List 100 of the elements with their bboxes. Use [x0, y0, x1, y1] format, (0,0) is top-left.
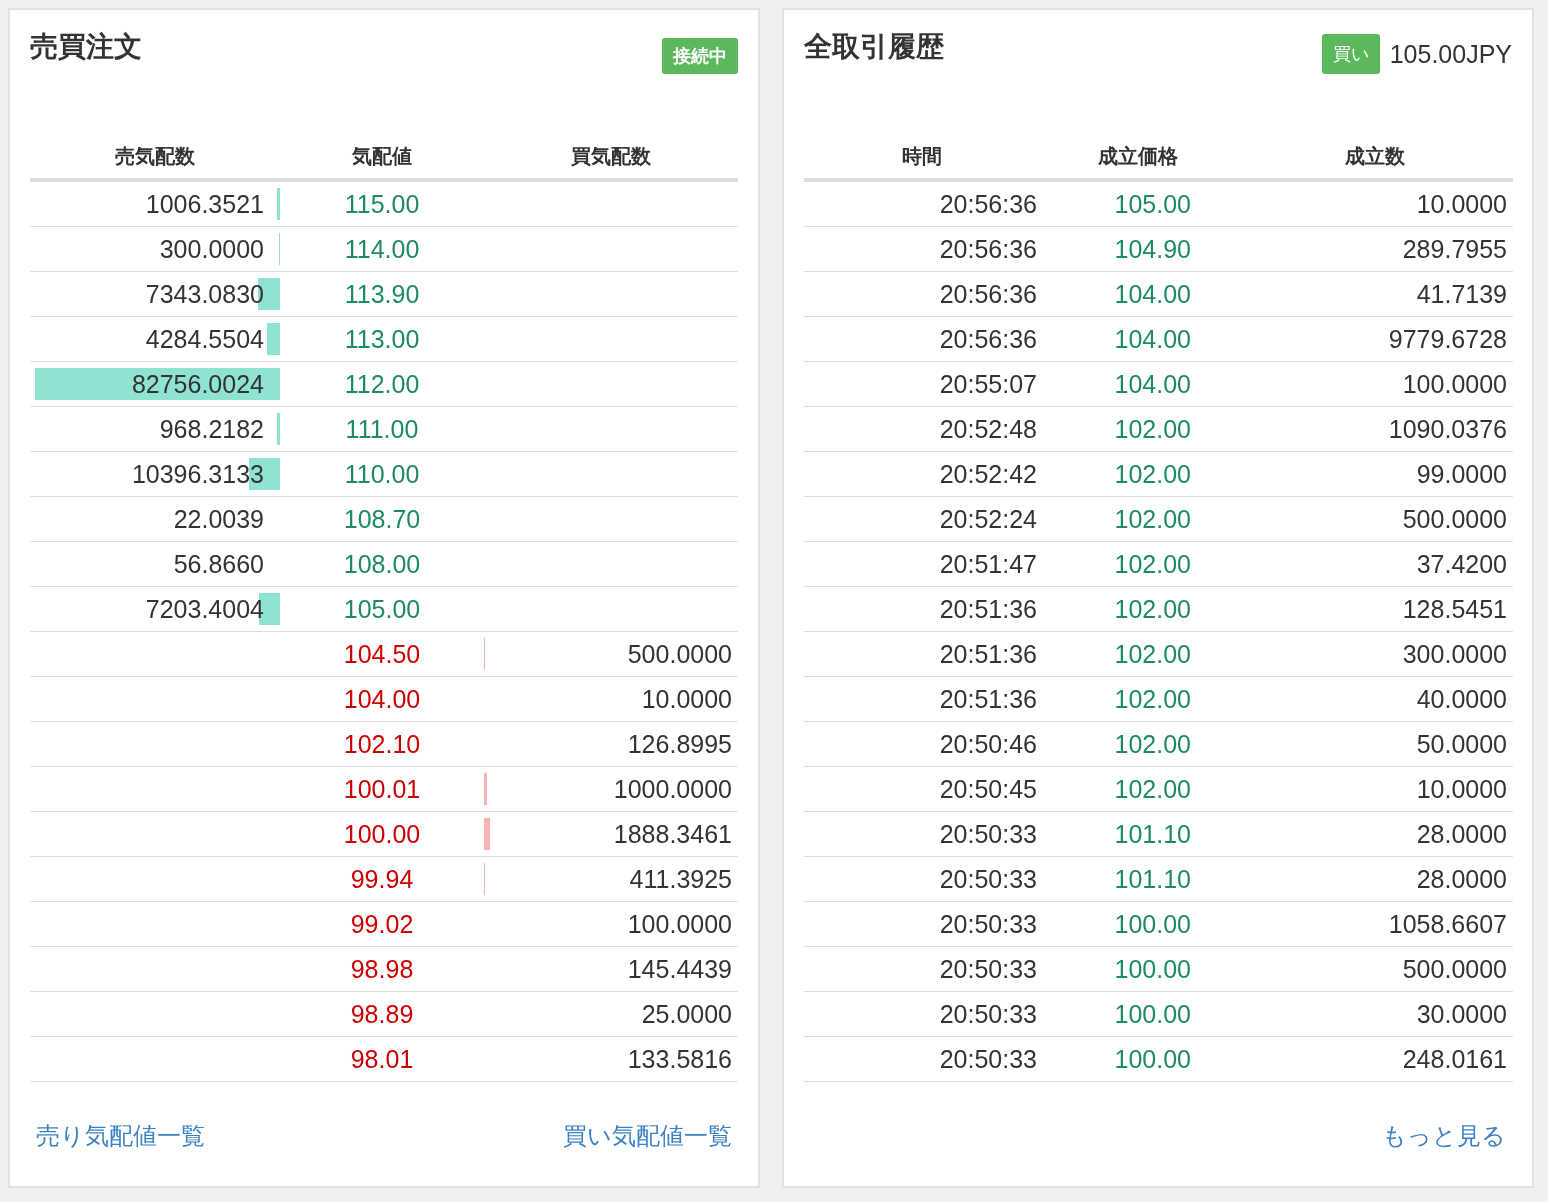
trade-time: 20:51:36 [939, 594, 1037, 624]
trade-time: 20:52:42 [939, 459, 1037, 489]
panel-title: 全取引履歴 [804, 30, 944, 64]
trade-price: 100.00 [1114, 1044, 1191, 1074]
bid-price: 98.89 [350, 999, 414, 1029]
ask-price: 113.90 [344, 279, 420, 309]
trade-quantity: 100.0000 [1402, 369, 1507, 399]
trade-price: 102.00 [1114, 684, 1191, 714]
trade-time: 20:50:33 [939, 864, 1037, 894]
column-header: 成立数 [1236, 133, 1513, 182]
trade-quantity: 41.7139 [1416, 279, 1507, 309]
trade-time: 20:50:33 [939, 999, 1037, 1029]
trade-quantity: 300.0000 [1402, 639, 1507, 669]
ask-price: 110.00 [344, 459, 420, 489]
ask-quantity: 22.0039 [173, 504, 264, 534]
trade-time: 20:50:33 [939, 954, 1037, 984]
bid-price: 100.00 [343, 819, 421, 849]
trade-time: 20:50:45 [939, 774, 1037, 804]
trade-price: 104.90 [1114, 234, 1191, 264]
column-header: 時間 [804, 133, 1040, 182]
trade-time: 20:56:36 [939, 234, 1037, 264]
ask-price: 114.00 [344, 234, 420, 264]
trade-time: 20:50:46 [939, 729, 1037, 759]
bid-quantity: 145.4439 [627, 954, 732, 984]
ask-price: 113.00 [344, 324, 420, 354]
trade-time: 20:55:07 [939, 369, 1037, 399]
column-header: 売気配数 [30, 133, 280, 182]
trade-price: 100.00 [1114, 954, 1191, 984]
ask-price: 108.00 [343, 549, 421, 579]
ask-quantity: 1006.3521 [145, 189, 264, 219]
trade-price: 104.00 [1114, 369, 1191, 399]
bid-price: 102.10 [343, 729, 421, 759]
ask-quantity: 4284.5504 [145, 324, 264, 354]
trade-quantity: 10.0000 [1416, 189, 1507, 219]
trade-quantity: 50.0000 [1416, 729, 1507, 759]
trade-quantity: 40.0000 [1416, 684, 1507, 714]
more-link[interactable]: もっと見る [1382, 1120, 1506, 1152]
bid-quantity: 126.8995 [627, 729, 732, 759]
trade-quantity: 128.5451 [1402, 594, 1507, 624]
side-badge: 買い [1321, 34, 1380, 74]
trade-time: 20:56:36 [939, 279, 1037, 309]
trade-quantity: 30.0000 [1416, 999, 1507, 1029]
trade-quantity: 500.0000 [1402, 954, 1507, 984]
column-header: 成立価格 [1040, 133, 1236, 182]
ask-quantity: 300.0000 [159, 234, 264, 264]
bid-price: 104.50 [343, 639, 421, 669]
trade-price: 102.00 [1114, 729, 1191, 759]
bid-quantity: 10.0000 [641, 684, 732, 714]
trade-quantity: 28.0000 [1416, 864, 1507, 894]
trade-time: 20:51:47 [939, 549, 1037, 579]
trade-time: 20:51:36 [939, 684, 1037, 714]
trade-quantity: 10.0000 [1416, 774, 1507, 804]
ask-price: 115.00 [344, 189, 420, 219]
trade-price: 101.10 [1114, 819, 1191, 849]
list-link[interactable]: 買い気配値一覧 [563, 1120, 732, 1152]
trade-price: 102.00 [1114, 639, 1191, 669]
ask-price: 108.70 [343, 504, 421, 534]
trade-price: 102.00 [1114, 774, 1191, 804]
bid-price: 99.94 [350, 864, 414, 894]
last-price: 105.00JPY [1389, 39, 1512, 69]
trade-time: 20:50:33 [939, 909, 1037, 939]
trade-quantity: 37.4200 [1416, 549, 1507, 579]
column-header: 気配値 [280, 133, 484, 182]
trade-price: 100.00 [1114, 999, 1191, 1029]
trade-time: 20:56:36 [939, 324, 1037, 354]
trade-time: 20:50:33 [939, 1044, 1037, 1074]
trade-time: 20:52:24 [939, 504, 1037, 534]
trade-quantity: 289.7955 [1402, 234, 1507, 264]
trade-price: 100.00 [1114, 909, 1191, 939]
trade-quantity: 28.0000 [1416, 819, 1507, 849]
panel-title: 売買注文 [30, 30, 142, 64]
bid-quantity: 411.3925 [629, 864, 732, 894]
trade-quantity: 248.0161 [1402, 1044, 1507, 1074]
bid-price: 98.98 [350, 954, 414, 984]
trade-price: 102.00 [1114, 459, 1191, 489]
list-link[interactable]: 売り気配値一覧 [36, 1120, 205, 1152]
bid-price: 104.00 [343, 684, 421, 714]
trade-price: 102.00 [1114, 504, 1191, 534]
trade-quantity: 1058.6607 [1388, 909, 1507, 939]
trade-time: 20:52:48 [939, 414, 1037, 444]
ask-price: 105.00 [343, 594, 421, 624]
ask-quantity: 968.2182 [159, 414, 264, 444]
ask-price: 112.00 [344, 369, 420, 399]
trade-time: 20:51:36 [939, 639, 1037, 669]
ask-price: 111.00 [345, 414, 419, 444]
bid-price: 100.01 [343, 774, 421, 804]
trade-price: 105.00 [1114, 189, 1191, 219]
bid-quantity: 1000.0000 [613, 774, 732, 804]
bid-quantity: 500.0000 [627, 639, 732, 669]
trade-price: 102.00 [1114, 594, 1191, 624]
status-badge: 接続中 [662, 38, 738, 74]
bid-quantity: 25.0000 [641, 999, 732, 1029]
bid-price: 99.02 [350, 909, 414, 939]
trade-price: 104.00 [1114, 324, 1191, 354]
ask-quantity: 7203.4004 [145, 594, 264, 624]
column-header: 買気配数 [484, 133, 738, 182]
trade-quantity: 500.0000 [1402, 504, 1507, 534]
trade-time: 20:50:33 [939, 819, 1037, 849]
trade-time: 20:56:36 [939, 189, 1037, 219]
trade-price: 101.10 [1114, 864, 1191, 894]
